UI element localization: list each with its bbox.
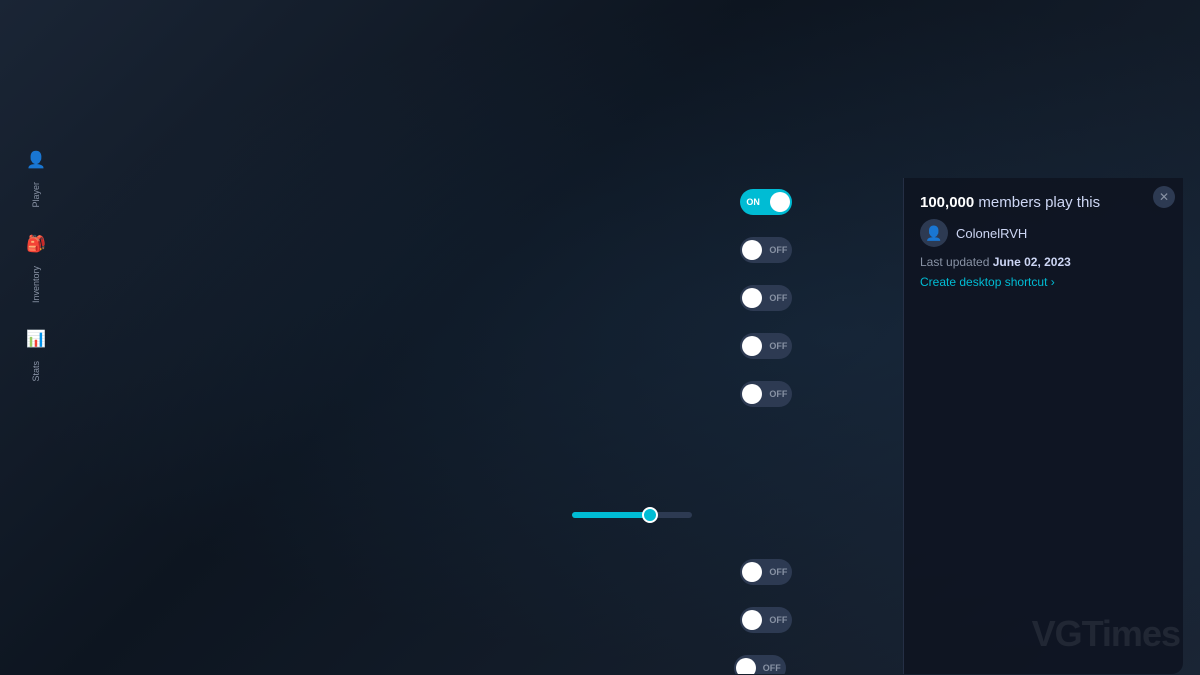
user-row: 👤 ColonelRVH [920, 219, 1167, 247]
members-text: members play this [978, 194, 1100, 211]
sidebar-inventory-label: Inventory [31, 266, 41, 303]
toggle-off-label: OFF [769, 293, 787, 303]
slider-track[interactable] [572, 512, 692, 518]
toggle-knob [742, 384, 762, 404]
last-updated-label: Last updated [920, 255, 989, 269]
contributor-name: ColonelRVH [956, 226, 1027, 241]
last-updated-date: June 02, 2023 [993, 255, 1071, 269]
mod-toggle[interactable]: OFF [734, 655, 786, 675]
toggle-off-label: OFF [769, 341, 787, 351]
sidebar-stats-label: Stats [31, 361, 41, 382]
toggle-knob [742, 240, 762, 260]
toggle-knob [742, 562, 762, 582]
sidebar-player-icon[interactable]: 👤 [20, 144, 52, 176]
info-panel: ✕ 100,000 members play this 👤 ColonelRVH… [903, 178, 1183, 674]
toggle-knob [742, 288, 762, 308]
sidebar-player-label: Player [31, 182, 41, 208]
mod-toggle[interactable]: OFF [740, 237, 792, 263]
toggle-off-label: OFF [763, 663, 781, 673]
members-count: 100,000 members play this [920, 194, 1167, 211]
toggle-off-label: OFF [769, 615, 787, 625]
mod-toggle[interactable]: OFF [740, 607, 792, 633]
toggle-knob [742, 336, 762, 356]
mod-toggle[interactable]: OFF [740, 285, 792, 311]
slider-fill [572, 512, 650, 518]
mod-toggle[interactable]: OFF [740, 381, 792, 407]
toggle-off-label: OFF [769, 245, 787, 255]
sidebar-inventory-icon[interactable]: 🎒 [20, 228, 52, 260]
mod-toggle[interactable]: OFF [740, 333, 792, 359]
mod-toggle[interactable]: OFF [740, 559, 792, 585]
sidebar-stats-icon[interactable]: 📊 [20, 323, 52, 355]
toggle-knob [736, 658, 756, 675]
slider-thumb[interactable] [642, 507, 658, 523]
last-updated: Last updated June 02, 2023 [920, 255, 1167, 269]
toggle-off-label: OFF [769, 567, 787, 577]
close-info-button[interactable]: ✕ [1153, 186, 1175, 208]
toggle-knob [770, 192, 790, 212]
toggle-on-label: ON [746, 197, 760, 207]
toggle-knob [742, 610, 762, 630]
toggle-off-label: OFF [769, 389, 787, 399]
contributor-avatar: 👤 [920, 219, 948, 247]
desktop-shortcut-link[interactable]: Create desktop shortcut › [920, 275, 1167, 289]
mod-toggle[interactable]: ON [740, 189, 792, 215]
